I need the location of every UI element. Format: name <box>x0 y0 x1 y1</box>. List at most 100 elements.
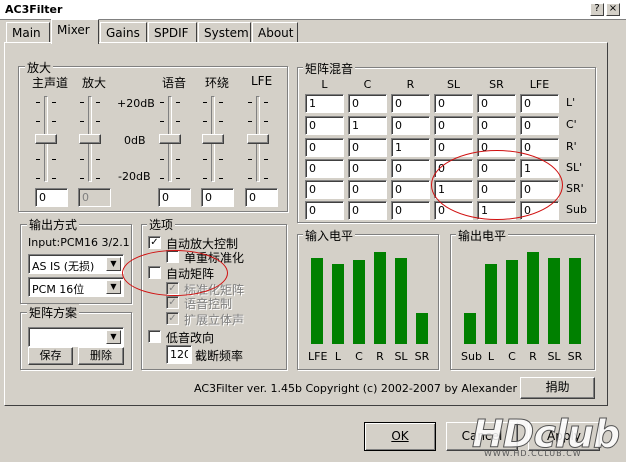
matrix-cell[interactable] <box>305 180 344 199</box>
crossover-label: 截断频率 <box>195 349 244 363</box>
level-meter-label: SL <box>547 350 561 363</box>
option-checkbox: ✓ <box>166 296 179 309</box>
slider-tick <box>52 121 56 122</box>
slider-tick <box>203 102 207 103</box>
matrix-cell[interactable] <box>477 94 516 113</box>
tab-mixer[interactable]: Mixer <box>51 19 99 44</box>
level-meter-label: SR <box>567 350 583 363</box>
slider-tick <box>36 102 40 103</box>
tab-system[interactable]: System <box>198 22 251 42</box>
chevron-down-icon[interactable]: ▼ <box>106 330 121 344</box>
matrix-col-header: SR <box>489 78 504 91</box>
slider-tick <box>248 159 252 160</box>
lfe-gain-input[interactable] <box>245 188 278 207</box>
slider-tick <box>96 102 100 103</box>
delete-preset-button[interactable]: 删除 <box>78 347 124 365</box>
matrix-cell[interactable] <box>348 94 387 113</box>
matrix-cell[interactable] <box>520 116 559 135</box>
slider-tick <box>160 178 164 179</box>
surround-gain-input[interactable] <box>201 188 234 207</box>
level-meter-bar <box>353 260 365 344</box>
matrix-cell[interactable] <box>348 138 387 157</box>
matrix-cell[interactable] <box>305 138 344 157</box>
matrix-col-header: SL <box>446 78 461 91</box>
input-format-label: Input:PCM16 3/2.1 <box>28 236 130 249</box>
tab-about[interactable]: About <box>252 22 298 42</box>
slider-thumb[interactable] <box>247 134 269 144</box>
donate-button[interactable]: 捐助 <box>520 377 595 399</box>
matrix-col-header: C <box>363 78 372 91</box>
matrix-row-header: Sub <box>566 203 587 216</box>
gain-label-voice: 语音 <box>162 76 187 90</box>
matrix-cell[interactable] <box>391 116 430 135</box>
annotation-ellipse-matrix <box>431 150 563 220</box>
level-meter-bar <box>506 260 518 344</box>
annotation-ellipse-options <box>122 250 228 296</box>
matrix-cell[interactable] <box>391 159 430 178</box>
save-preset-button[interactable]: 保存 <box>28 347 73 365</box>
matrix-cell[interactable] <box>391 180 430 199</box>
slider-tick <box>96 178 100 179</box>
gain-label-gain: 放大 <box>82 76 107 90</box>
matrix-cell[interactable] <box>434 116 473 135</box>
scale-plus20: +20dB <box>117 97 155 110</box>
matrix-cell[interactable] <box>391 201 430 220</box>
option-label: 低音改向 <box>166 331 215 345</box>
ok-label: OK <box>391 429 409 443</box>
level-meter-label: L <box>487 350 495 363</box>
tab-main[interactable]: Main <box>6 22 50 42</box>
chevron-down-icon[interactable]: ▼ <box>106 280 121 294</box>
matrix-cell[interactable] <box>477 116 516 135</box>
slider-thumb[interactable] <box>35 134 57 144</box>
slider-tick <box>176 102 180 103</box>
level-meter-bar <box>374 252 386 344</box>
matrix-cell[interactable] <box>305 159 344 178</box>
matrix-cell[interactable] <box>434 94 473 113</box>
voice-gain-input[interactable] <box>158 188 191 207</box>
matrix-cell[interactable] <box>305 94 344 113</box>
slider-thumb[interactable] <box>159 134 181 144</box>
matrix-cell[interactable] <box>305 201 344 220</box>
ok-button[interactable]: OK <box>364 422 436 451</box>
output-mode-select[interactable]: AS IS (无损) ▼ <box>28 254 124 274</box>
matrix-cell[interactable] <box>348 116 387 135</box>
matrix-cell[interactable] <box>348 159 387 178</box>
window-title: AC3Filter <box>5 3 63 16</box>
watermark-logo: HDclub WWW.HD.CCLUB.CW <box>471 412 620 459</box>
matrix-cell[interactable] <box>348 180 387 199</box>
matrix-col-header: L <box>321 78 328 91</box>
slider-tick <box>203 178 207 179</box>
tab-spdif[interactable]: SPDIF <box>148 22 197 42</box>
matrix-cell[interactable] <box>520 94 559 113</box>
master-gain-input[interactable] <box>35 188 68 207</box>
output-format-select[interactable]: PCM 16位 ▼ <box>28 277 124 297</box>
level-meter-bar <box>395 258 407 344</box>
level-meter-bar <box>485 264 497 344</box>
crossover-input[interactable] <box>166 345 192 364</box>
option-checkbox[interactable] <box>148 330 161 343</box>
matrix-cell[interactable] <box>391 138 430 157</box>
slider-thumb[interactable] <box>79 134 101 144</box>
tab-gains[interactable]: Gains <box>100 22 147 42</box>
matrix-cell[interactable] <box>305 116 344 135</box>
level-meter-bar <box>332 264 344 344</box>
chevron-down-icon[interactable]: ▼ <box>106 257 121 271</box>
gain-label-surround: 环绕 <box>205 76 230 90</box>
preset-select[interactable]: ▼ <box>28 327 124 347</box>
level-meter-label: SR <box>414 350 430 363</box>
level-meter-bar <box>527 252 539 344</box>
slider-tick <box>36 121 40 122</box>
slider-tick <box>219 121 223 122</box>
matrix-cell[interactable] <box>391 94 430 113</box>
option-checkbox[interactable]: ✓ <box>148 236 161 249</box>
slider-tick <box>248 178 252 179</box>
slider-tick <box>36 178 40 179</box>
slider-tick <box>219 178 223 179</box>
help-title-button[interactable]: ? <box>590 3 604 16</box>
matrix-cell[interactable] <box>348 201 387 220</box>
level-meter-label: SL <box>394 350 408 363</box>
slider-thumb[interactable] <box>202 134 224 144</box>
close-icon[interactable]: × <box>606 3 620 16</box>
slider-tick <box>52 102 56 103</box>
slider-tick <box>176 121 180 122</box>
